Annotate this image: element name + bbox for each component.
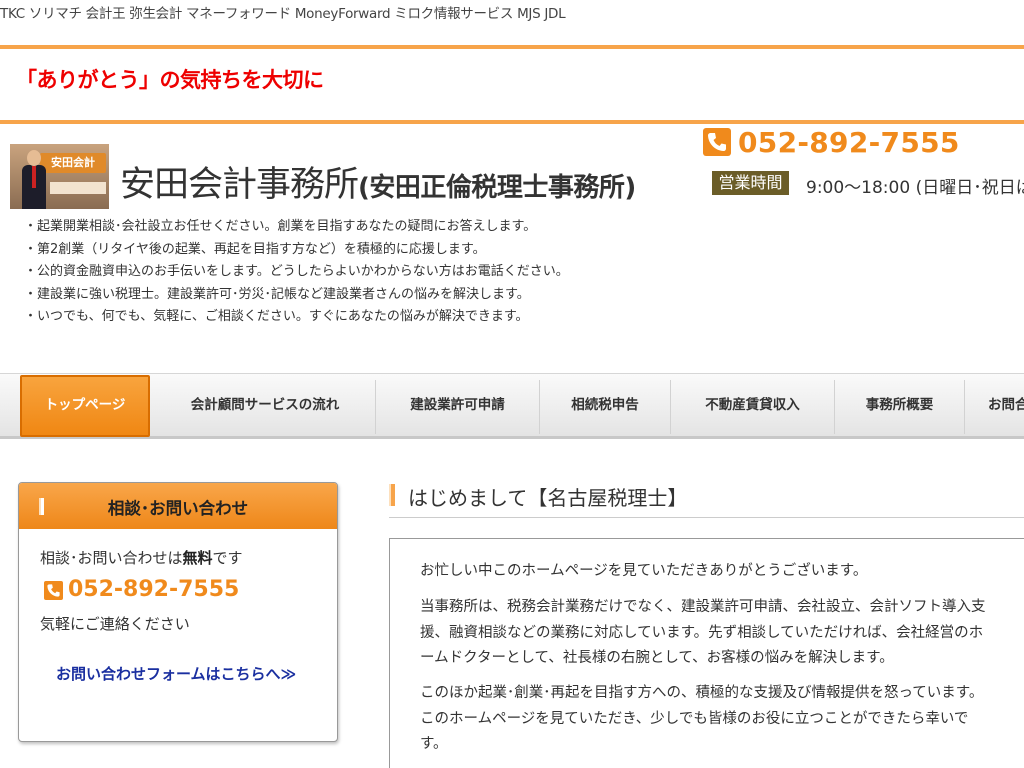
heading-mark	[389, 484, 395, 506]
phone-icon	[703, 128, 731, 156]
nav-inheritance-tax[interactable]: 相続税申告	[540, 380, 671, 434]
feature-item: 公的資金融資申込のお手伝いをします。どうしたらよいかわからない方はお電話ください…	[24, 263, 569, 286]
nav-accounting-service-flow[interactable]: 会計顧問サービスの流れ	[155, 380, 376, 434]
heading-underline	[389, 517, 1024, 518]
office-sign: 安田会計	[40, 153, 106, 173]
office-name-main: 安田会計事務所	[120, 165, 359, 205]
top-divider	[0, 45, 1024, 49]
nav-contact[interactable]: お問合せ	[965, 380, 1024, 434]
free-consultation-text: 相談･お問い合わせは無料です	[40, 549, 243, 567]
feature-list: 起業開業相談･会社設立お任せください。創業を目指すあなたの疑問にお答えします。 …	[24, 218, 569, 331]
nav-construction-permit[interactable]: 建設業許可申請	[376, 380, 540, 434]
office-name-sub: (安田正倫税理士事務所)	[358, 173, 636, 203]
intro-paragraph: 当事務所は、税務会計業務だけでなく、建設業許可申請、会社設立、会計ソフト導入支援…	[420, 599, 986, 666]
feature-item: 第2創業（リタイヤ後の起業、再起を目指す方など）を積極的に応援します。	[24, 241, 569, 264]
business-hours-badge: 営業時間	[712, 171, 789, 195]
contact-sidebar: 相談･お問い合わせ 相談･お問い合わせは無料です 052-892-7555 気軽…	[18, 482, 338, 742]
partner-software-links[interactable]: TKC ソリマチ 会計王 弥生会計 マネーフォワード MoneyForward …	[0, 2, 566, 22]
business-hours-text: 9:00～18:00 (日曜日･祝日は	[806, 178, 1024, 198]
phone-icon	[44, 581, 63, 600]
header-divider	[0, 120, 1024, 124]
main-heading: はじめまして【名古屋税理士】	[408, 486, 688, 510]
contact-sidebar-header: 相談･お問い合わせ	[19, 483, 337, 529]
intro-paragraph: このほか起業･創業･再起を目指す方への、積極的な支援及び情報提供を怒っています。…	[420, 685, 984, 752]
feature-item: いつでも、何でも、気軽に、ご相談ください。すぐにあなたの悩みが解決できます。	[24, 308, 569, 331]
free-label: 無料	[182, 549, 213, 567]
intro-paragraph: お忙しい中このホームページを見ていただきありがとうございます。	[420, 563, 868, 579]
office-photo: 安田会計	[10, 144, 109, 209]
global-nav: トップページ 会計顧問サービスの流れ 建設業許可申請 相続税申告 不動産賃貸収入…	[0, 373, 1024, 439]
intro-content-box: お忙しい中このホームページを見ていただきありがとうございます。 当事務所は、税務…	[389, 538, 1024, 768]
nav-top-page[interactable]: トップページ	[20, 375, 150, 437]
office-name[interactable]: 安田会計事務所(安田正倫税理士事務所)	[120, 156, 636, 207]
sidebar-phone-number: 052-892-7555	[68, 577, 240, 602]
header-phone-number: 052-892-7555	[738, 126, 960, 159]
nav-real-estate-rental[interactable]: 不動産賃貸収入	[671, 380, 835, 434]
office-sign-lower	[50, 182, 106, 194]
nav-office-overview[interactable]: 事務所概要	[835, 380, 965, 434]
feature-item: 起業開業相談･会社設立お任せください。創業を目指すあなたの疑問にお答えします。	[24, 218, 569, 241]
feature-item: 建設業に強い税理士。建設業許可･労災･記帳など建設業者さんの悩みを解決します。	[24, 286, 569, 309]
site-tagline: 「ありがとう」の気持ちを大切に	[16, 68, 324, 92]
contact-sidebar-title: 相談･お問い合わせ	[107, 499, 249, 518]
contact-form-link[interactable]: お問い合わせフォームはこちらへ≫	[56, 663, 296, 684]
contact-invite-text: 気軽にご連絡ください	[40, 615, 190, 633]
person-figure	[22, 150, 46, 209]
